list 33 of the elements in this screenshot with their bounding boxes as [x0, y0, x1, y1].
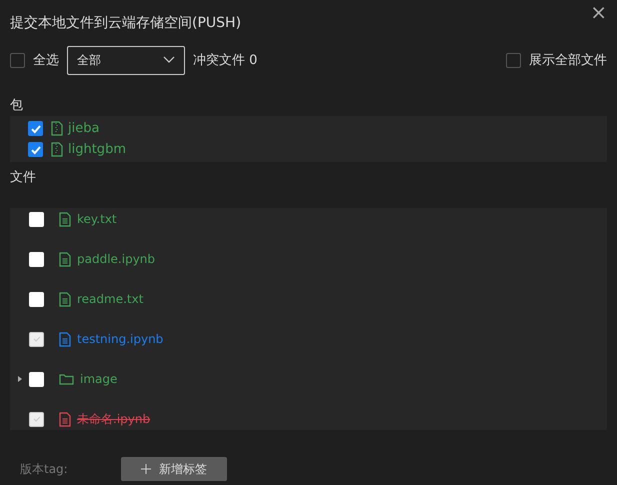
select-all-label: 全选 [33, 52, 59, 69]
select-all-checkbox[interactable] [10, 52, 25, 68]
check-icon [30, 122, 42, 134]
section-heading: 文件 [10, 169, 37, 187]
package-name: jieba [68, 121, 100, 136]
check-icon [30, 144, 42, 156]
conflict-count: 冲突文件 0 [193, 52, 258, 69]
file-name: paddle.ipynb [77, 252, 156, 266]
chevron-down-icon [163, 56, 175, 64]
section-heading: 包 [10, 97, 24, 115]
file-checkbox[interactable] [29, 292, 44, 306]
zip-file-icon [51, 121, 63, 136]
package-checkbox[interactable] [28, 121, 43, 136]
plus-icon [141, 464, 151, 474]
file-name: 未命名.ipynb [77, 410, 150, 428]
add-tag-button[interactable]: 新增标签 [121, 457, 227, 481]
file-name: image [80, 372, 118, 386]
package-name: lightgbm [68, 142, 126, 157]
version-tag-label: 版本tag: [20, 460, 69, 478]
file-checkbox[interactable] [29, 212, 44, 226]
package-checkbox[interactable] [28, 142, 43, 157]
close-button[interactable]: × [590, 2, 607, 22]
file-checkbox[interactable] [29, 372, 44, 386]
show-all-label: 展示全部文件 [529, 52, 607, 69]
file-checkbox[interactable] [29, 252, 44, 266]
file-name: key.txt [77, 212, 117, 226]
file-name: testning.ipynb [77, 332, 164, 346]
show-all-checkbox[interactable] [506, 52, 521, 68]
zip-file-icon [51, 142, 63, 157]
file-name: readme.txt [77, 292, 144, 306]
dialog-title: 提交本地文件到云端存储空间(PUSH) [10, 14, 242, 32]
filter-dropdown[interactable]: 全部 [67, 46, 185, 74]
caret-right-icon[interactable] [18, 376, 22, 382]
